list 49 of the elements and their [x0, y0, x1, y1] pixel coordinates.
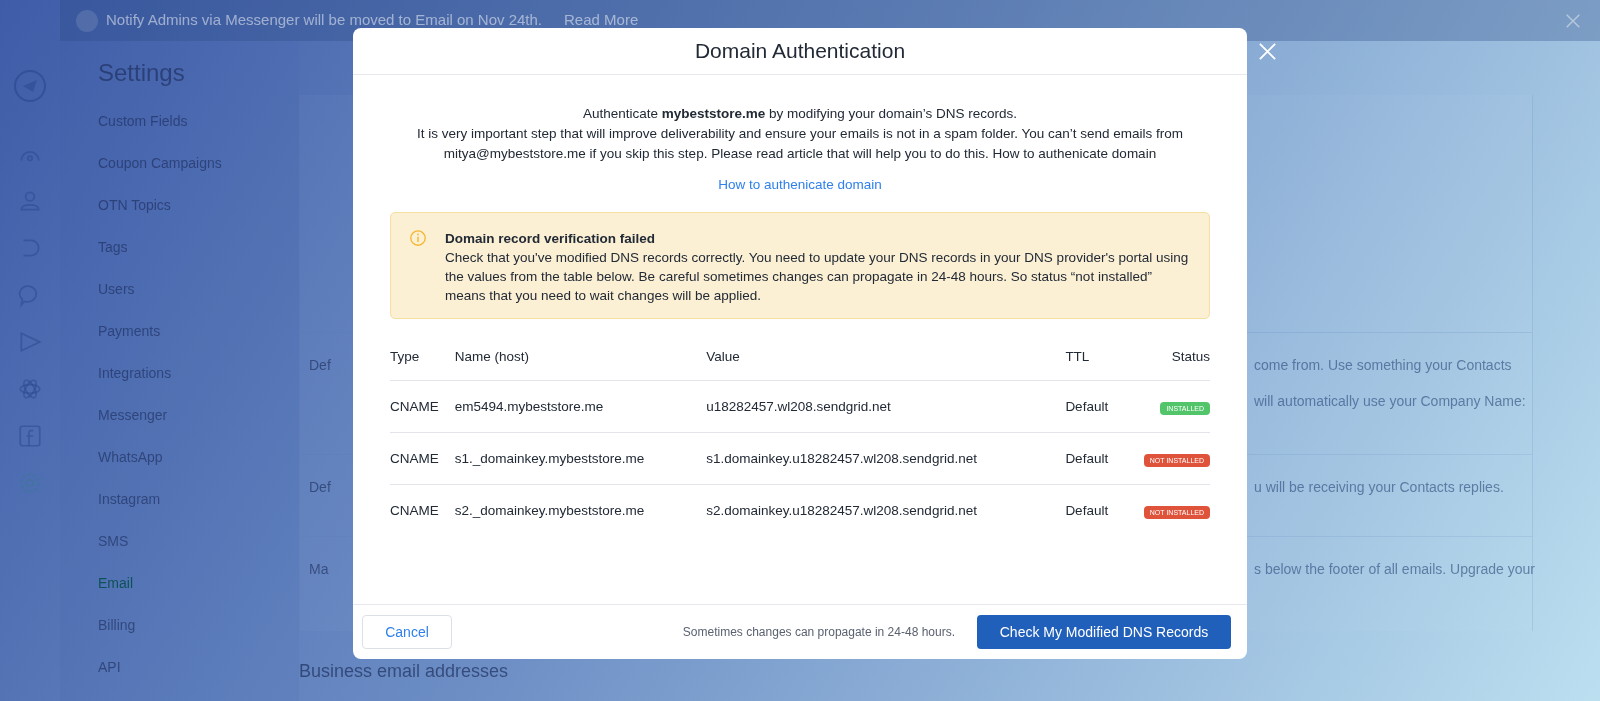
sidebar-item[interactable]: SMS: [98, 533, 299, 575]
sidebar-item[interactable]: Payments: [98, 323, 299, 365]
setting-label: Ma: [309, 561, 329, 577]
footer-note: Sometimes changes can propagate in 24-48 hours.: [682, 625, 955, 639]
column-header: Type: [390, 349, 420, 364]
description-text: It is very important step that will improve deliverability and ensure your emails is not in a spam folder. You can’t send emails from mitya@mybeststore.me if you skip this step. Please read article that will help you to do this. How to authenicate domain: [415, 125, 1185, 163]
setting-description: u will be receiving your Contacts replies.: [1254, 479, 1505, 495]
alert-title: Domain record verification failed: [445, 230, 657, 248]
table-cell: s2.domainkey.u18282457.wl208.sendgrid.net: [706, 503, 977, 518]
column-header: Name (host): [454, 349, 529, 364]
setting-label: Def: [309, 479, 331, 495]
square-f-icon[interactable]: [17, 423, 43, 449]
table-cell: CNAME: [390, 451, 439, 466]
table-cell: Default: [1065, 503, 1109, 518]
table-cell: s2._domainkey.mybeststore.me: [454, 503, 645, 518]
section-heading: Business email addresses: [299, 661, 510, 682]
sidebar-item[interactable]: WhatsApp: [98, 449, 299, 491]
table-cell: em5494.mybeststore.me: [454, 399, 604, 414]
sidebar-item[interactable]: Instagram: [98, 491, 299, 533]
column-header: Status: [1171, 349, 1210, 364]
column-header: Value: [706, 349, 740, 364]
setting-description: will automatically use your Company Name:: [1254, 393, 1527, 409]
sidebar-item[interactable]: Billing: [98, 617, 299, 659]
close-icon[interactable]: [1564, 12, 1582, 30]
setting-description: s below the footer of all emails. Upgrade your: [1254, 561, 1535, 577]
table-cell: Default: [1065, 399, 1109, 414]
table-cell: CNAME: [390, 503, 439, 518]
notice-text: Notify Admins via Messenger will be moved to Email on Nov 24th.: [106, 10, 543, 30]
check-records-button[interactable]: Check My Modified DNS Records: [977, 615, 1231, 649]
table-cell: Default: [1065, 451, 1109, 466]
sidebar-item[interactable]: Integrations: [98, 365, 299, 407]
column-header: TTL: [1065, 349, 1090, 364]
setting-description: come from. Use something your Contacts: [1254, 357, 1513, 373]
cancel-button[interactable]: Cancel: [362, 615, 452, 649]
dialog-title: Domain Authentication: [694, 39, 906, 63]
sidebar-item[interactable]: Email: [98, 575, 299, 617]
close-icon[interactable]: [1258, 42, 1277, 61]
setting-label: Def: [309, 357, 331, 373]
info-icon: [409, 229, 427, 247]
read-more-link[interactable]: Read More: [564, 10, 639, 30]
table-cell: u18282457.wl208.sendgrid.net: [706, 399, 891, 414]
table-cell: s1._domainkey.mybeststore.me: [454, 451, 645, 466]
table-cell: CNAME: [390, 399, 439, 414]
sidebar-item[interactable]: API: [98, 659, 299, 701]
table-cell: s1.domainkey.u18282457.wl208.sendgrid.net: [706, 451, 977, 466]
help-link[interactable]: How to authenicate domain: [718, 177, 882, 192]
alert-message: Check that you've modified DNS records correctly. You need to update your DNS records in your DNS provider's portal using the values from the table below. Be careful sometimes changes can propagate in 24-48 hours. So status “not installed” means that you need to wait changes will be applied.: [445, 249, 1190, 305]
sidebar-item[interactable]: Messenger: [98, 407, 299, 449]
intro-text: Authenticate mybeststore.me by modifying your domain’s DNS records.: [582, 105, 1018, 123]
